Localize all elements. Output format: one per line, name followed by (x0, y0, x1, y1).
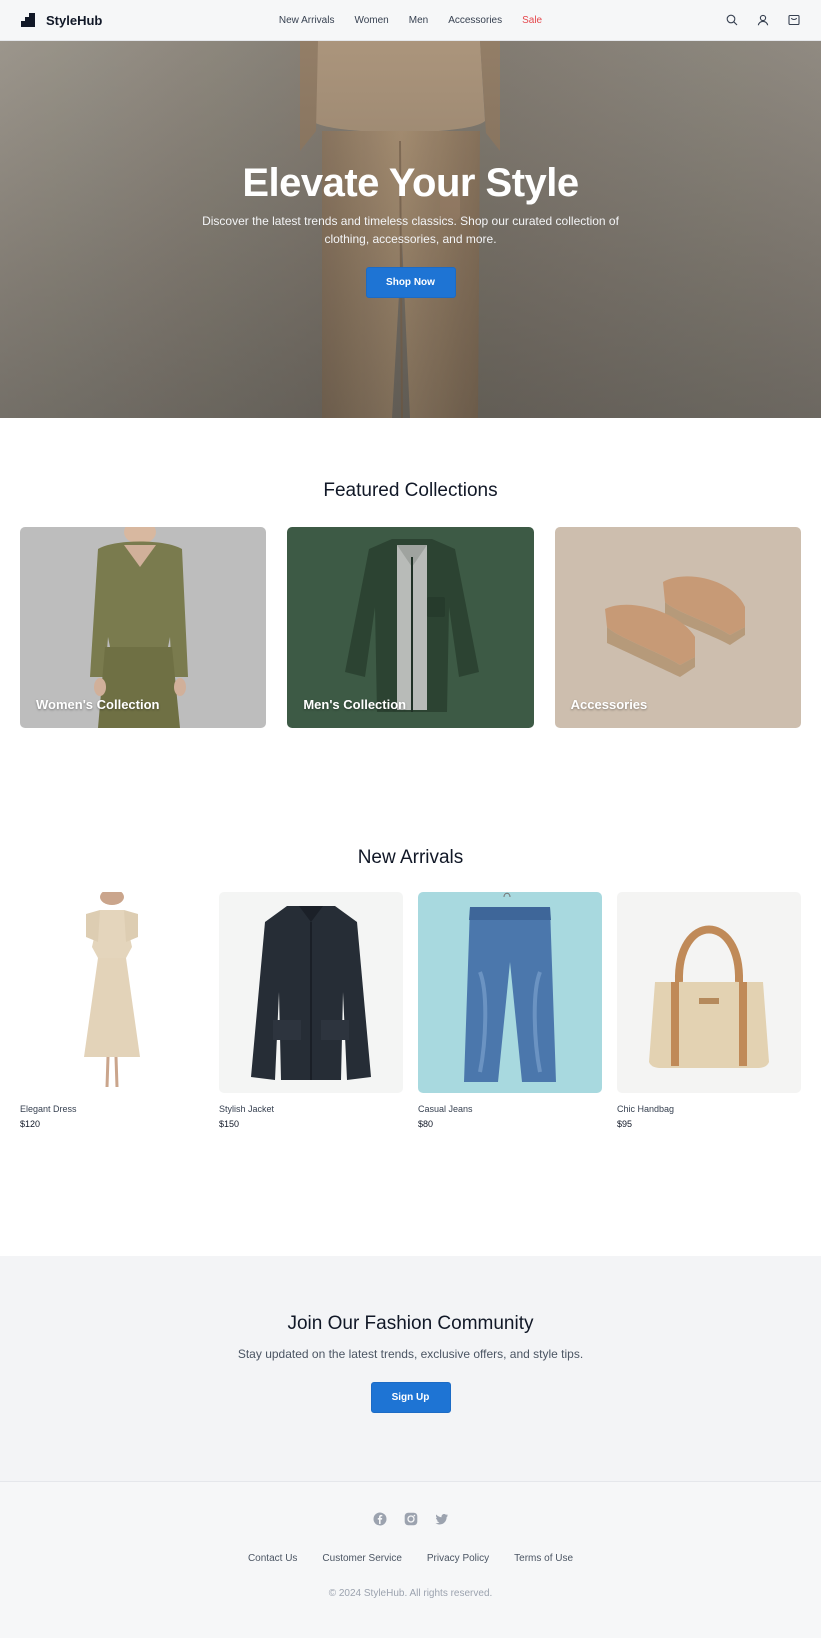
cart-icon[interactable] (788, 14, 800, 26)
footer-links: Contact Us Customer Service Privacy Poli… (0, 1553, 821, 1564)
brand-name: StyleHub (46, 12, 103, 28)
product-image[interactable] (617, 892, 801, 1093)
product-card[interactable]: Casual Jeans $80 (418, 892, 602, 1129)
site-footer: Contact Us Customer Service Privacy Poli… (0, 1481, 821, 1638)
collection-label: Accessories (570, 697, 648, 712)
product-price: $150 (219, 1119, 240, 1129)
collection-card-men[interactable]: Men's Collection (287, 527, 534, 728)
facebook-icon[interactable] (373, 1512, 387, 1526)
product-price: $80 (418, 1119, 434, 1129)
nav-men[interactable]: Men (409, 15, 428, 26)
collection-label: Men's Collection (303, 697, 407, 712)
hero-title: Elevate Your Style (242, 161, 579, 205)
collection-grid: Women's Collection Men's Collection Acce… (0, 527, 821, 728)
main-nav: New Arrivals Women Men Accessories Sale (279, 0, 542, 40)
product-image[interactable] (219, 892, 403, 1093)
product-name: Casual Jeans (418, 1104, 473, 1114)
nav-sale[interactable]: Sale (522, 15, 542, 26)
search-icon[interactable] (726, 14, 738, 26)
jacket-image (219, 892, 403, 1093)
footer-link-terms[interactable]: Terms of Use (514, 1553, 573, 1564)
nav-accessories[interactable]: Accessories (448, 15, 502, 26)
collection-label: Women's Collection (36, 697, 160, 712)
product-name: Elegant Dress (20, 1104, 77, 1114)
product-grid: Elegant Dress $120 Stylish Jacket $150 C… (0, 892, 821, 1129)
twitter-icon[interactable] (435, 1512, 449, 1526)
product-name: Stylish Jacket (219, 1104, 275, 1114)
nav-new-arrivals[interactable]: New Arrivals (279, 15, 335, 26)
footer-link-customer-service[interactable]: Customer Service (322, 1553, 401, 1564)
new-arrivals: New Arrivals Elegant Dress $120 Stylish … (0, 818, 821, 1256)
handbag-image (617, 892, 801, 1093)
footer-link-privacy[interactable]: Privacy Policy (427, 1553, 489, 1564)
hero-subtitle: Discover the latest trends and timeless … (202, 214, 619, 246)
header-actions (726, 0, 800, 40)
shop-now-button[interactable]: Shop Now (365, 267, 456, 298)
hero-content: Elevate Your Style Discover the latest t… (0, 159, 821, 298)
collection-card-accessories[interactable]: Accessories (554, 527, 801, 728)
collection-card-women[interactable]: Women's Collection (20, 527, 267, 728)
copyright: © 2024 StyleHub. All rights reserved. (328, 1588, 493, 1599)
community-title: Join Our Fashion Community (287, 1313, 534, 1334)
product-name: Chic Handbag (617, 1104, 675, 1114)
jeans-image (418, 892, 602, 1093)
brand[interactable]: StyleHub (21, 0, 102, 40)
product-price: $120 (20, 1119, 41, 1129)
nav-women[interactable]: Women (354, 15, 388, 26)
footer-link-contact[interactable]: Contact Us (248, 1553, 297, 1564)
product-image[interactable] (20, 892, 204, 1093)
product-price: $95 (617, 1119, 633, 1129)
featured-title: Featured Collections (323, 480, 498, 501)
sign-up-button[interactable]: Sign Up (370, 1382, 451, 1413)
site-header: StyleHub New Arrivals Women Men Accessor… (0, 0, 821, 41)
hero-banner: Elevate Your Style Discover the latest t… (0, 41, 821, 418)
community-subtitle: Stay updated on the latest trends, exclu… (237, 1347, 584, 1361)
arrivals-title: New Arrivals (357, 847, 464, 868)
logo-icon (21, 13, 35, 27)
dress-image (20, 892, 204, 1093)
product-card[interactable]: Chic Handbag $95 (617, 892, 801, 1129)
product-card[interactable]: Elegant Dress $120 (20, 892, 204, 1129)
featured-collections: Featured Collections Women's Collection (0, 418, 821, 818)
product-card[interactable]: Stylish Jacket $150 (219, 892, 403, 1129)
user-icon[interactable] (757, 14, 769, 26)
social-links (0, 1512, 821, 1526)
instagram-icon[interactable] (404, 1512, 418, 1526)
product-image[interactable] (418, 892, 602, 1093)
newsletter-section: Join Our Fashion Community Stay updated … (0, 1256, 821, 1481)
